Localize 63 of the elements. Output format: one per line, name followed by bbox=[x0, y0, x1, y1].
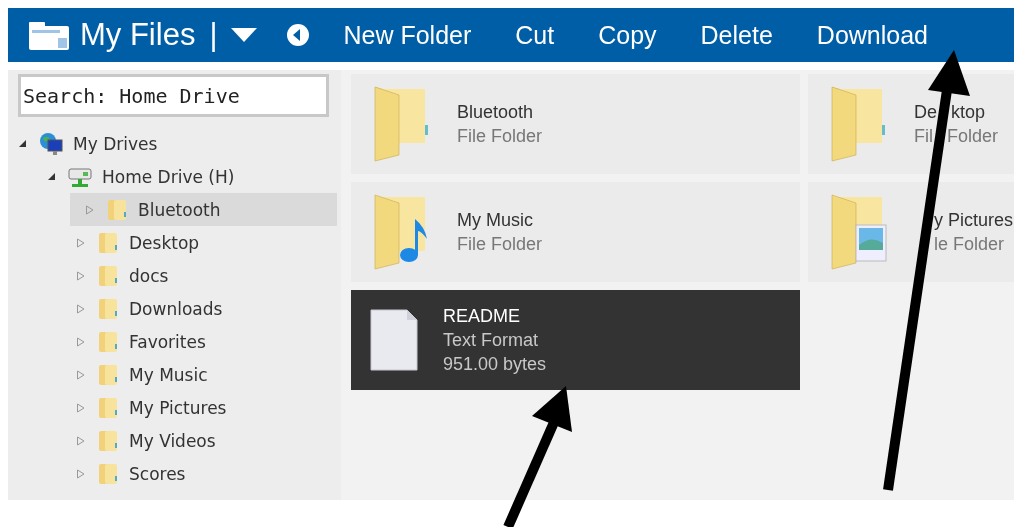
collapsed-triangle-icon bbox=[76, 270, 85, 281]
tree-item[interactable]: My Pictures bbox=[8, 391, 337, 424]
folder-icon bbox=[97, 428, 119, 453]
folder-icon bbox=[106, 197, 128, 222]
documents-folder-icon bbox=[28, 20, 70, 50]
tree-item[interactable]: Favorites bbox=[8, 325, 337, 358]
tree-item[interactable]: docs bbox=[8, 259, 337, 292]
tree-item[interactable]: My Videos bbox=[8, 424, 337, 457]
document-icon bbox=[369, 308, 419, 372]
tree-item[interactable]: My Drives bbox=[8, 127, 337, 160]
toolbar-button[interactable]: Copy bbox=[598, 20, 657, 50]
expanded-triangle-icon bbox=[18, 139, 27, 148]
file-name: My Music bbox=[457, 209, 534, 232]
tree-item[interactable]: Downloads bbox=[8, 292, 337, 325]
collapsed-triangle-icon bbox=[76, 435, 85, 446]
collapsed-triangle-icon bbox=[85, 204, 94, 215]
toolbar-button[interactable]: Download bbox=[816, 20, 928, 50]
folder-icon bbox=[97, 461, 119, 486]
file-name: y Pictures bbox=[934, 209, 1014, 232]
collapsed-triangle-icon bbox=[76, 468, 85, 479]
file-type: File Folder bbox=[457, 233, 543, 256]
tree-item[interactable]: My Music bbox=[8, 358, 337, 391]
globe-computer-icon bbox=[39, 131, 63, 156]
tree-item[interactable]: Scores bbox=[8, 457, 337, 490]
folder-icon bbox=[97, 362, 119, 387]
collapsed-triangle-icon bbox=[76, 237, 85, 248]
file-name: De bbox=[914, 101, 937, 124]
file-type: Fil bbox=[914, 125, 933, 148]
folder-icon bbox=[97, 329, 119, 354]
toolbar-button[interactable]: Cut bbox=[515, 20, 555, 50]
file-type: Folder bbox=[947, 125, 999, 148]
collapsed-triangle-icon bbox=[76, 369, 85, 380]
file-tile[interactable]: De ktop Fil Folder bbox=[808, 74, 1014, 174]
dropdown-icon[interactable] bbox=[231, 26, 258, 44]
tree-item[interactable]: Home Drive (H) bbox=[8, 160, 337, 193]
file-tile[interactable]: My Music File Folder bbox=[351, 182, 800, 282]
collapsed-triangle-icon bbox=[76, 336, 85, 347]
search-field[interactable]: Search: Home Drive bbox=[18, 74, 329, 117]
file-type: File Folder bbox=[457, 125, 543, 148]
app-title: My Files bbox=[80, 17, 196, 53]
collapsed-triangle-icon bbox=[76, 402, 85, 413]
folder-icon bbox=[97, 296, 119, 321]
file-name: README bbox=[443, 305, 521, 328]
back-icon[interactable] bbox=[287, 24, 310, 46]
file-name: Bluetooth bbox=[457, 101, 535, 124]
folder-icon bbox=[97, 395, 119, 420]
collapsed-triangle-icon bbox=[76, 303, 85, 314]
file-tile[interactable]: y Pictures le Folder bbox=[808, 182, 1014, 282]
title-separator: | bbox=[209, 17, 218, 53]
file-tile[interactable]: README Text Format 951.00 bytes bbox=[351, 290, 800, 390]
folder-icon bbox=[97, 263, 119, 288]
network-drive-icon bbox=[68, 165, 92, 188]
toolbar-button[interactable]: Delete bbox=[700, 20, 773, 50]
tree-item[interactable]: Bluetooth bbox=[70, 193, 337, 226]
file-tile[interactable]: Bluetooth File Folder bbox=[351, 74, 800, 174]
expanded-triangle-icon bbox=[47, 172, 56, 181]
file-type: le Folder bbox=[934, 233, 1005, 256]
file-type: Text Format bbox=[443, 329, 540, 352]
toolbar-button[interactable]: New Folder bbox=[343, 20, 472, 50]
file-name: ktop bbox=[951, 101, 986, 124]
file-size: 951.00 bytes bbox=[443, 353, 547, 376]
tree-item[interactable]: Desktop bbox=[8, 226, 337, 259]
folder-icon bbox=[97, 230, 119, 255]
